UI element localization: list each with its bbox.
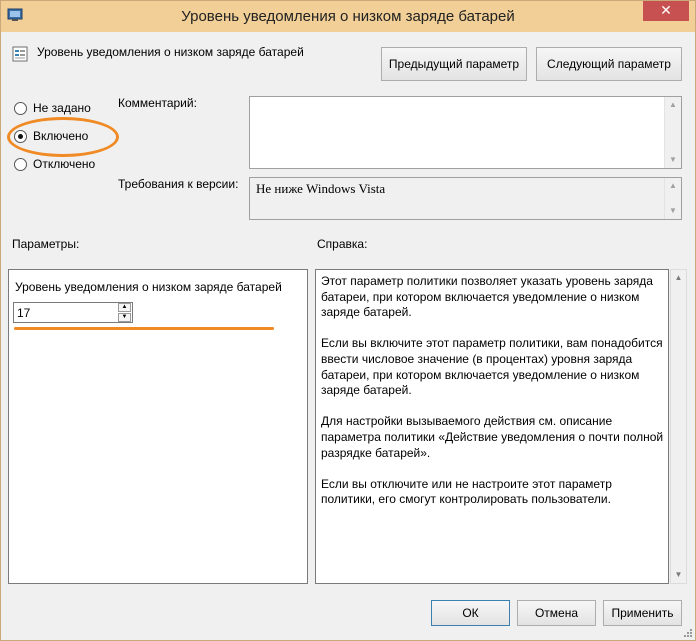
- title-bar[interactable]: Уровень уведомления о низком заряде бата…: [1, 1, 695, 32]
- scroll-down-icon[interactable]: ▼: [671, 567, 686, 583]
- comment-textarea[interactable]: ▲ ▼: [249, 96, 682, 169]
- scroll-up-icon[interactable]: ▲: [665, 178, 681, 194]
- help-text: Этот параметр политики позволяет указать…: [321, 274, 665, 524]
- annotation-underline: [14, 327, 274, 330]
- comment-scrollbar[interactable]: ▲ ▼: [664, 97, 681, 168]
- scroll-up-icon[interactable]: ▲: [665, 97, 681, 113]
- previous-setting-button[interactable]: Предыдущий параметр: [381, 47, 527, 81]
- policy-name: Уровень уведомления о низком заряде бата…: [37, 45, 304, 59]
- battery-level-field-label: Уровень уведомления о низком заряде бата…: [15, 280, 282, 294]
- comment-label: Комментарий:: [118, 96, 197, 110]
- spin-up-icon[interactable]: ▲: [118, 303, 131, 312]
- scroll-down-icon[interactable]: ▼: [665, 152, 681, 168]
- battery-level-spinner[interactable]: 17 ▲ ▼: [13, 302, 133, 323]
- help-paragraph: Если вы включите этот параметр политики,…: [321, 336, 663, 398]
- help-paragraph: Этот параметр политики позволяет указать…: [321, 274, 653, 320]
- spinner-buttons: ▲ ▼: [118, 303, 132, 322]
- policy-dialog: Уровень уведомления о низком заряде бата…: [0, 0, 696, 641]
- policy-setting-icon: [12, 46, 28, 62]
- window-title: Уровень уведомления о низком заряде бата…: [181, 8, 515, 25]
- annotation-highlight-circle: [7, 117, 119, 157]
- help-scrollbar[interactable]: ▲ ▼: [670, 269, 687, 584]
- ok-button[interactable]: ОК: [431, 600, 510, 626]
- requirements-box: Не ниже Windows Vista ▲ ▼: [249, 177, 682, 220]
- requirements-scrollbar[interactable]: ▲ ▼: [664, 178, 681, 219]
- close-icon: ✕: [660, 2, 672, 18]
- next-setting-button[interactable]: Следующий параметр: [536, 47, 682, 81]
- radio-label: Не задано: [33, 101, 91, 115]
- spin-down-icon[interactable]: ▼: [118, 313, 131, 322]
- help-label: Справка:: [317, 237, 368, 251]
- scroll-up-icon[interactable]: ▲: [671, 270, 686, 286]
- requirements-value: Не ниже Windows Vista: [256, 181, 386, 196]
- scroll-down-icon[interactable]: ▼: [665, 203, 681, 219]
- help-paragraph: Для настройки вызываемого действия см. о…: [321, 414, 664, 460]
- resize-grip-icon[interactable]: [683, 628, 693, 638]
- close-button[interactable]: ✕: [643, 1, 689, 21]
- parameters-label: Параметры:: [12, 237, 80, 251]
- cancel-button[interactable]: Отмена: [517, 600, 596, 626]
- battery-level-value[interactable]: 17: [17, 306, 30, 320]
- help-paragraph: Если вы отключите или не настроите этот …: [321, 476, 612, 507]
- radio-label: Отключено: [33, 157, 96, 171]
- apply-button[interactable]: Применить: [603, 600, 682, 626]
- requirements-label: Требования к версии:: [118, 177, 239, 191]
- radio-button[interactable]: [14, 158, 27, 171]
- radio-button[interactable]: [14, 102, 27, 115]
